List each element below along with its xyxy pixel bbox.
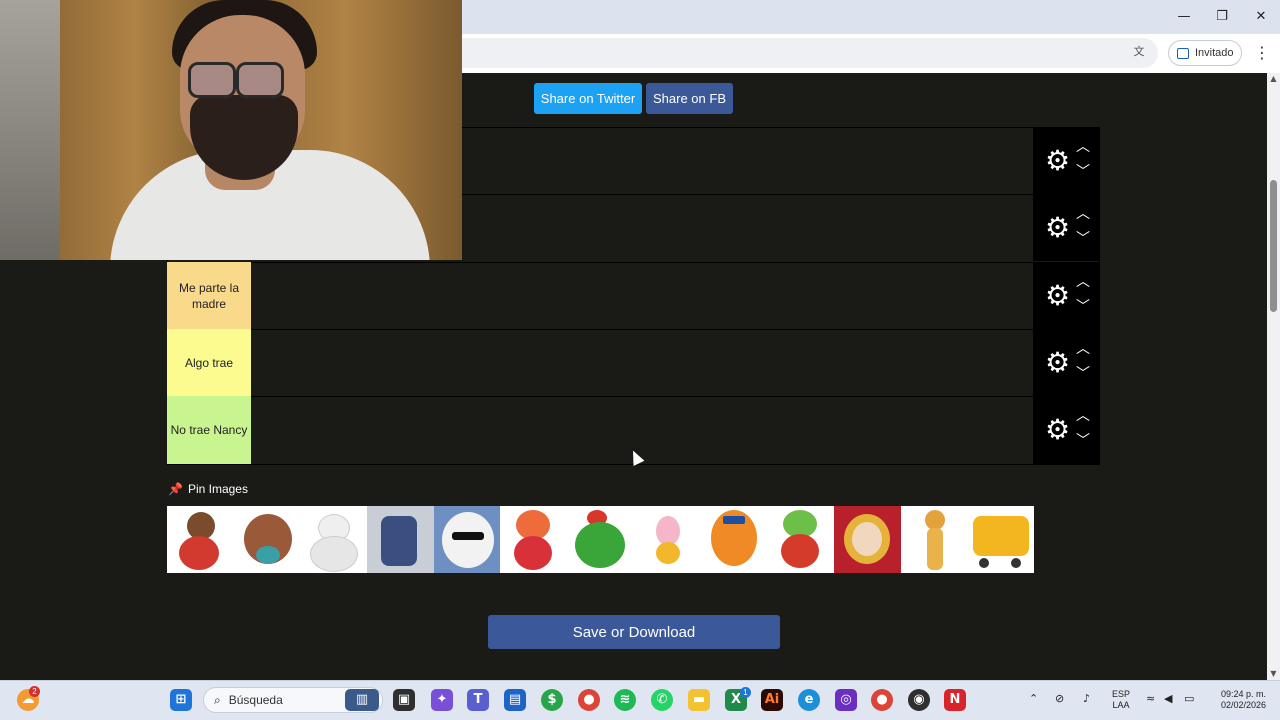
chevron-up-icon[interactable]: ︿ [1075, 275, 1091, 289]
copilot-icon[interactable]: ✦ [431, 689, 453, 711]
tier-label-text: No trae Nancy [170, 423, 248, 437]
scroll-thumb[interactable] [1270, 180, 1277, 312]
gear-icon[interactable]: ⚙ [1045, 147, 1070, 175]
share-twitter-button[interactable]: Share on Twitter [534, 83, 642, 114]
obs-icon[interactable]: ◉ [908, 689, 930, 711]
boy-mascot-image[interactable] [167, 506, 234, 573]
cheetah-mascot-image[interactable] [901, 506, 968, 573]
close-icon[interactable]: ✕ [1250, 6, 1272, 28]
chevron-up-icon[interactable]: ︿ [1075, 207, 1091, 221]
tier-controls: ⚙ ︿ ﹀ [1033, 127, 1100, 194]
search-placeholder: Búsqueda [228, 693, 283, 707]
tier-row[interactable] [167, 262, 1033, 330]
profile-button[interactable]: Invitado [1168, 40, 1242, 66]
money-app-icon[interactable]: $ [541, 689, 563, 711]
microphone-icon[interactable]: ♪ [1083, 692, 1090, 705]
spotify-icon[interactable]: ≋ [614, 689, 636, 711]
battery-icon[interactable]: ▭ [1184, 692, 1194, 705]
restore-icon[interactable]: ❐ [1211, 6, 1233, 28]
gear-icon[interactable]: ⚙ [1045, 282, 1070, 310]
chevron-up-icon[interactable]: ︿ [1075, 342, 1091, 356]
tier-controls: ⚙ ︿ ﹀ [1033, 329, 1100, 396]
tier-label-text: Me parte la madre [178, 280, 240, 311]
chevron-down-icon[interactable]: ﹀ [1075, 300, 1091, 314]
pink-bunny-image[interactable] [634, 506, 701, 573]
save-download-button[interactable]: Save or Download [488, 615, 780, 649]
polar-bear-image[interactable] [433, 506, 501, 573]
tier-controls: ⚙ ︿ ﹀ [1033, 262, 1100, 329]
photo-app-icon[interactable]: ◎ [835, 689, 857, 711]
wifi-icon[interactable]: ≈ [1146, 692, 1155, 705]
store-badge: 1 [740, 687, 751, 698]
gear-icon[interactable]: ⚙ [1045, 349, 1070, 377]
rooster-mascot-image[interactable] [567, 506, 634, 573]
clock-date: 02/02/2026 [1220, 700, 1266, 710]
tier-label[interactable]: No trae Nancy [167, 396, 251, 464]
clown-mascot-image[interactable] [500, 506, 567, 573]
dog-mascot-image[interactable] [234, 506, 301, 573]
search-icon: ⌕ [214, 692, 221, 707]
pin-images-label: Pin Images [187, 482, 248, 496]
minimize-icon[interactable]: — [1173, 6, 1195, 28]
tier-row[interactable] [167, 329, 1033, 397]
profile-label: Invitado [1195, 47, 1234, 59]
pin-icon: 📌 [168, 482, 183, 496]
menu-icon[interactable]: ⋮ [1252, 42, 1272, 64]
tier-row[interactable] [167, 396, 1033, 465]
weather-badge: 2 [29, 686, 40, 697]
browser-titlebar [462, 0, 1280, 34]
chevron-down-icon[interactable]: ﹀ [1075, 232, 1091, 246]
chrome-active-icon[interactable]: ● [871, 689, 893, 711]
store-icon[interactable]: ▤ [504, 689, 526, 711]
scrollbar[interactable] [1267, 73, 1280, 680]
webcam-overlay [0, 0, 462, 260]
share-fb-button[interactable]: Share on FB [646, 83, 733, 114]
michelin-man-image[interactable] [300, 506, 367, 573]
chevron-down-icon[interactable]: ﹀ [1075, 367, 1091, 381]
gear-icon[interactable]: ⚙ [1045, 214, 1070, 242]
network-off-icon[interactable]: ⊘ [1055, 692, 1064, 705]
chevron-down-icon[interactable]: ﹀ [1075, 434, 1091, 448]
translate-icon[interactable]: 文 [1131, 44, 1147, 60]
tier-label-text: Algo trae [184, 355, 234, 370]
language-indicator[interactable]: ESP LAA [1110, 689, 1132, 711]
volume-icon[interactable]: ◀ [1164, 692, 1172, 705]
file-explorer-icon[interactable]: ▬ [688, 689, 710, 711]
tier-label[interactable]: Me parte la madre [167, 262, 251, 329]
profile-icon [1177, 47, 1189, 59]
clock[interactable]: 09:24 p. m. 02/02/2026 [1206, 689, 1266, 711]
omnibox[interactable] [462, 38, 1158, 68]
pin-images-toggle[interactable]: 📌 Pin Images [168, 482, 248, 496]
tier-label[interactable]: Algo trae [167, 329, 251, 396]
task-view-icon[interactable]: ▣ [393, 689, 415, 711]
chrome-icon[interactable]: ● [578, 689, 600, 711]
tiger-mascot-image[interactable] [701, 506, 768, 573]
netflix-icon[interactable]: N [944, 689, 966, 711]
chevron-up-tray-icon[interactable]: ⌃ [1029, 692, 1038, 705]
chevron-down-icon[interactable]: ﹀ [1075, 165, 1091, 179]
language-line2: LAA [1112, 700, 1130, 710]
tier-controls: ⚙ ︿ ﹀ [1033, 396, 1100, 464]
clock-time: 09:24 p. m. [1220, 689, 1266, 699]
bunny-suit-image[interactable] [367, 506, 434, 573]
tier-controls: ⚙ ︿ ﹀ [1033, 194, 1100, 261]
image-pool [167, 506, 1034, 573]
abuelita-image[interactable] [833, 506, 901, 573]
cart-mascot-image[interactable] [967, 506, 1034, 573]
language-line1: ESP [1111, 689, 1130, 699]
edge-icon[interactable]: e [798, 689, 820, 711]
gear-icon[interactable]: ⚙ [1045, 416, 1070, 444]
chevron-up-icon[interactable]: ︿ [1075, 409, 1091, 423]
widget-news-icon[interactable]: ▥ [345, 689, 379, 711]
frog-mascot-image[interactable] [767, 506, 834, 573]
scroll-up-icon[interactable]: ▲ [1267, 73, 1280, 85]
scroll-down-icon[interactable]: ▼ [1267, 668, 1280, 680]
start-icon[interactable]: ⊞ [170, 689, 192, 711]
chevron-up-icon[interactable]: ︿ [1075, 140, 1091, 154]
teams-icon[interactable]: T [467, 689, 489, 711]
whatsapp-icon[interactable]: ✆ [651, 689, 673, 711]
illustrator-icon[interactable]: Ai [761, 689, 783, 711]
